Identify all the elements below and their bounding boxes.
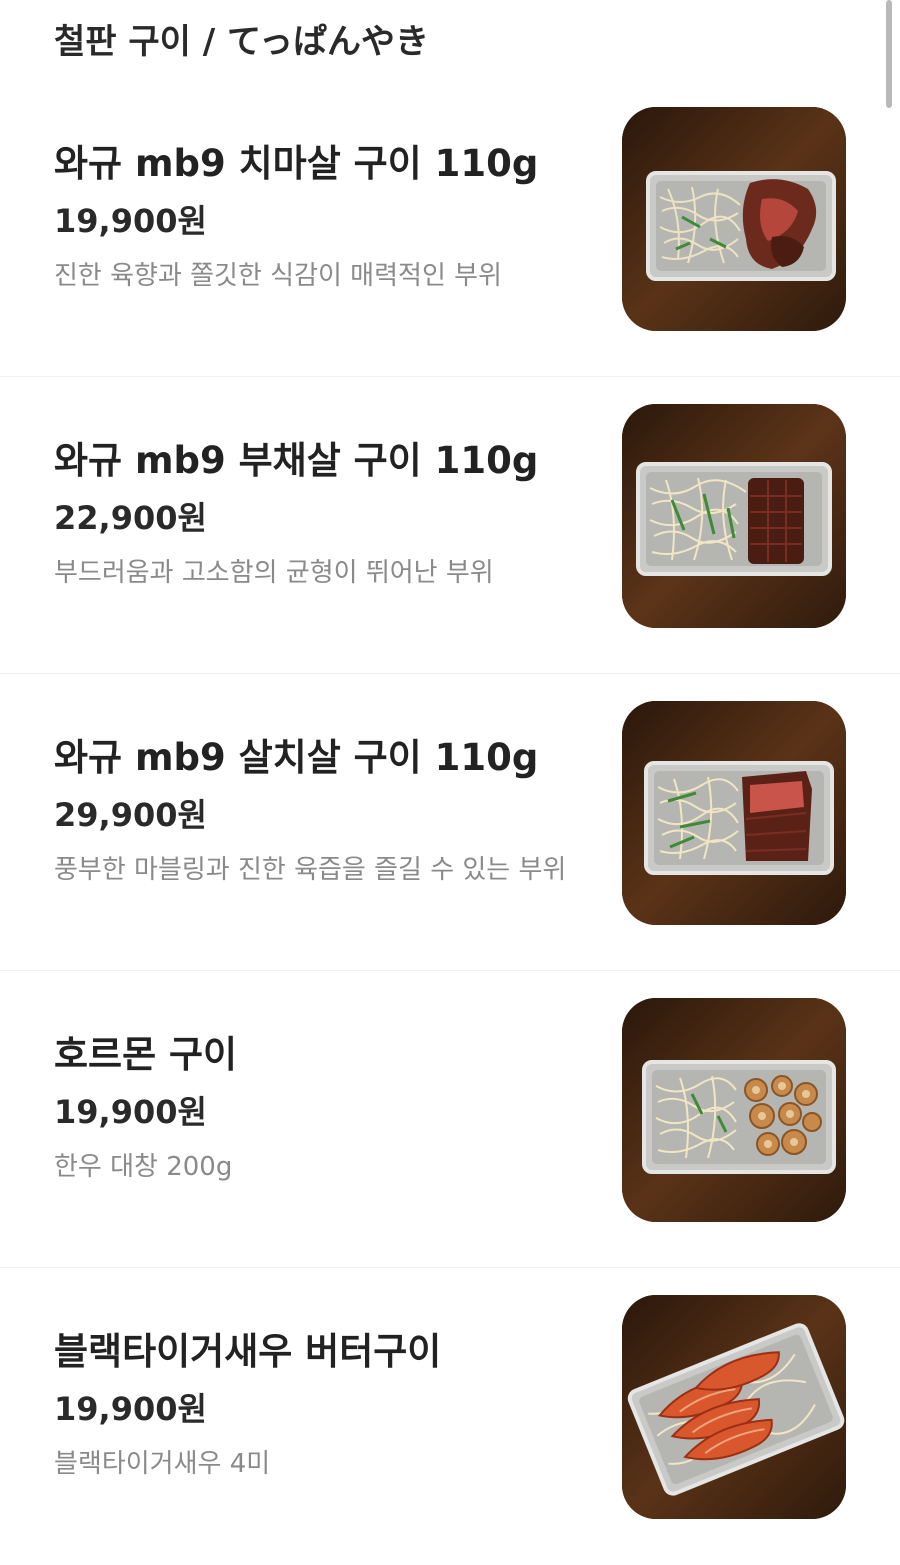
menu-item-name: 호르몬 구이 (54, 1033, 238, 1076)
menu-item[interactable]: 와규 mb9 살치살 구이 110g 29,900원 풍부한 마블링과 진한 육… (0, 674, 900, 971)
menu-item-photo[interactable] (622, 701, 846, 925)
menu-item-name: 와규 mb9 부채살 구이 110g (54, 439, 539, 482)
wagyu-chuck-flap-photo (622, 701, 846, 925)
wagyu-flat-iron-photo (622, 404, 846, 628)
wagyu-skirt-steak-photo (622, 107, 846, 331)
menu-item[interactable]: 호르몬 구이 19,900원 한우 대창 200g (0, 971, 900, 1268)
menu-item-photo[interactable] (622, 1295, 846, 1519)
menu-item-price: 19,900원 (54, 1093, 207, 1131)
menu-item[interactable]: 와규 mb9 치마살 구이 110g 19,900원 진한 육향과 쫄깃한 식감… (0, 80, 900, 377)
menu-item-description: 진한 육향과 쫄깃한 식감이 매력적인 부위 (54, 261, 502, 291)
menu-item[interactable]: 블랙타이거새우 버터구이 19,900원 블랙타이거새우 4미 (0, 1268, 900, 1565)
menu-item-price: 29,900원 (54, 796, 207, 834)
menu-item-price: 19,900원 (54, 202, 207, 240)
black-tiger-shrimp-photo (622, 1295, 846, 1519)
menu-item-name: 와규 mb9 치마살 구이 110g (54, 142, 539, 185)
menu-item-price: 19,900원 (54, 1390, 207, 1428)
hormone-intestine-photo (622, 998, 846, 1222)
menu-item-description: 한우 대창 200g (54, 1152, 233, 1182)
menu-item-description: 풍부한 마블링과 진한 육즙을 즐길 수 있는 부위 (54, 855, 567, 885)
menu-item-description: 부드러움과 고소함의 균형이 뛰어난 부위 (54, 558, 494, 588)
menu-item-price: 22,900원 (54, 499, 207, 537)
section-title: 철판 구이 / てっぱんやき (54, 22, 430, 62)
menu-item-description: 블랙타이거새우 4미 (54, 1449, 271, 1479)
menu-list: 와규 mb9 치마살 구이 110g 19,900원 진한 육향과 쫄깃한 식감… (0, 80, 900, 1565)
menu-item[interactable]: 와규 mb9 부채살 구이 110g 22,900원 부드러움과 고소함의 균형… (0, 377, 900, 674)
menu-item-name: 블랙타이거새우 버터구이 (54, 1330, 442, 1373)
menu-item-photo[interactable] (622, 404, 846, 628)
menu-item-name: 와규 mb9 살치살 구이 110g (54, 736, 539, 779)
menu-item-photo[interactable] (622, 998, 846, 1222)
menu-item-photo[interactable] (622, 107, 846, 331)
